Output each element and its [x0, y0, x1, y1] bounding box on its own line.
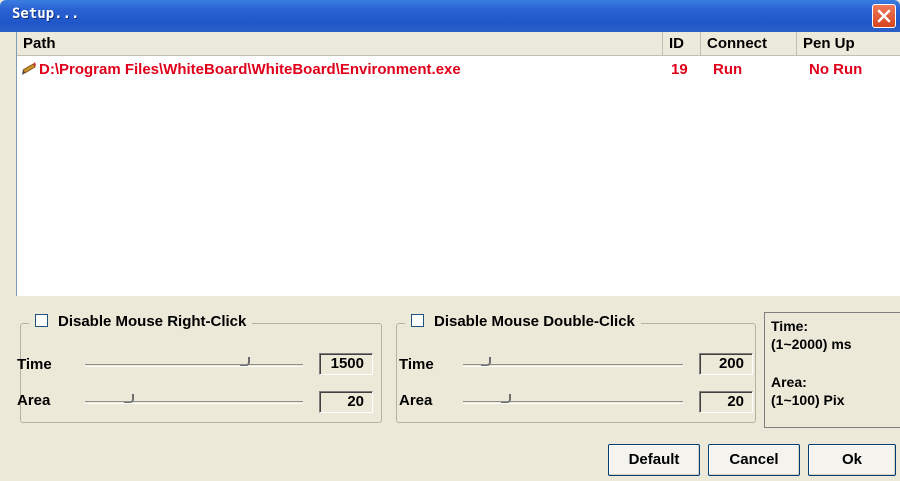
cancel-button[interactable]: Cancel	[708, 444, 800, 476]
column-header-path[interactable]: Path	[17, 32, 663, 56]
double-click-legend: Disable Mouse Double-Click	[405, 313, 641, 330]
column-header-penup[interactable]: Pen Up	[797, 32, 900, 56]
right-click-time-slider-thumb[interactable]	[240, 357, 250, 366]
column-header-connect[interactable]: Connect	[701, 32, 797, 56]
right-click-area-value[interactable]: 20	[319, 391, 373, 413]
default-button[interactable]: Default	[608, 444, 700, 476]
column-header-id[interactable]: ID	[663, 32, 701, 56]
double-click-area-slider[interactable]	[463, 401, 683, 404]
list-item[interactable]: D:\Program Files\WhiteBoard\WhiteBoard\E…	[17, 58, 900, 84]
row-path: D:\Program Files\WhiteBoard\WhiteBoard\E…	[39, 61, 461, 78]
double-click-area-value[interactable]: 20	[699, 391, 753, 413]
ok-button[interactable]: Ok	[808, 444, 896, 476]
window-title: Setup...	[12, 6, 80, 22]
right-click-group: Disable Mouse Right-Click Time 1500 Area…	[17, 313, 382, 423]
double-click-time-value[interactable]: 200	[699, 353, 753, 375]
row-connect: Run	[713, 61, 743, 78]
right-click-legend: Disable Mouse Right-Click	[29, 313, 253, 330]
process-list[interactable]: Path ID Connect Pen Up D:\Program Files\…	[16, 32, 900, 296]
double-click-time-label: Time	[399, 356, 434, 373]
double-click-time-slider[interactable]	[463, 364, 683, 367]
row-penup: No Run	[809, 61, 863, 78]
double-click-area-label: Area	[399, 392, 433, 409]
double-click-time-slider-thumb[interactable]	[481, 357, 491, 366]
pen-icon	[21, 60, 37, 80]
info-area-range: (1~100) Pix	[771, 392, 845, 408]
info-time-label: Time:	[771, 318, 809, 334]
info-area-label: Area:	[771, 374, 807, 390]
disable-double-click-checkbox[interactable]	[411, 314, 424, 327]
right-click-time-label: Time	[17, 356, 52, 373]
title-bar: Setup...	[0, 0, 900, 32]
right-click-area-label: Area	[17, 392, 51, 409]
close-icon	[877, 9, 891, 23]
close-button[interactable]	[872, 4, 896, 28]
disable-double-click-label: Disable Mouse Double-Click	[434, 313, 635, 330]
range-info: Time: (1~2000) ms Area: (1~100) Pix	[764, 312, 900, 428]
right-click-time-value[interactable]: 1500	[319, 353, 373, 375]
list-header: Path ID Connect Pen Up	[17, 32, 900, 56]
right-click-time-slider[interactable]	[85, 364, 303, 367]
info-time-range: (1~2000) ms	[771, 336, 852, 352]
double-click-group: Disable Mouse Double-Click Time 200 Area…	[396, 313, 756, 423]
right-click-area-slider-thumb[interactable]	[124, 394, 134, 403]
row-id: 19	[671, 61, 688, 78]
disable-right-click-label: Disable Mouse Right-Click	[58, 313, 247, 330]
right-click-area-slider[interactable]	[85, 401, 303, 404]
double-click-area-slider-thumb[interactable]	[501, 394, 511, 403]
disable-right-click-checkbox[interactable]	[35, 314, 48, 327]
